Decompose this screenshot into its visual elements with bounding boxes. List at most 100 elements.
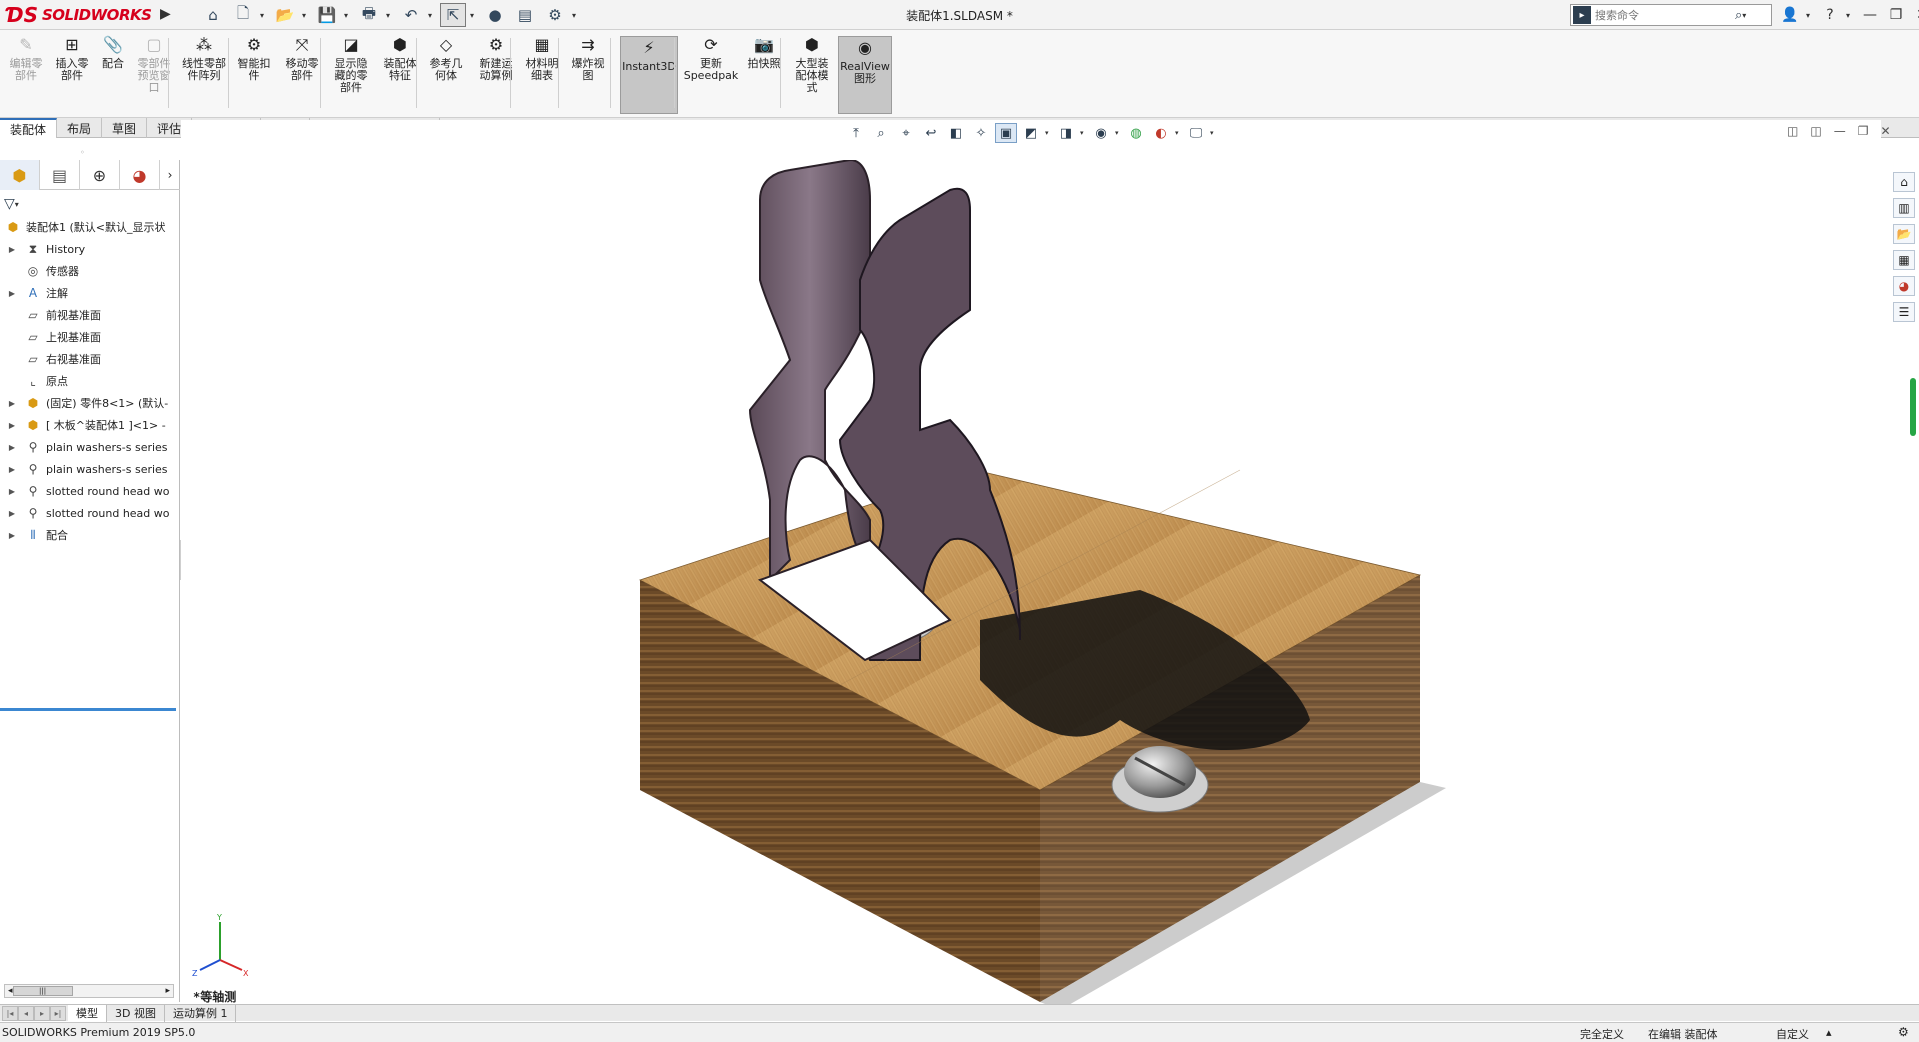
options-dropdown-icon[interactable]: ▾ — [572, 11, 580, 20]
tree-item[interactable]: ⌞ 原点 — [0, 370, 180, 392]
filter-dropdown-icon[interactable]: ▾ — [15, 200, 23, 209]
feature-manager-tab-icon[interactable]: ⬢ — [0, 160, 40, 190]
command-new-motion-study-button[interactable]: ⚙ 新建运 动算例 — [474, 34, 518, 114]
display-style-icon[interactable]: ◩ — [1020, 123, 1042, 143]
tree-item[interactable]: ▱ 前视基准面 — [0, 304, 180, 326]
custom-properties-icon[interactable]: ☰ — [1893, 302, 1915, 322]
command-speedpak-button[interactable]: ⟳ 更新 Speedpak — [684, 34, 739, 114]
command-search-box[interactable]: ▸ ⌕ ▾ — [1570, 4, 1772, 26]
command-instant3d-button[interactable]: ⚡ Instant3D — [620, 36, 678, 114]
expand-arrow-icon[interactable]: ▶ — [6, 487, 18, 496]
command-reference-geometry-button[interactable]: ◇ 参考几 何体 — [426, 34, 466, 114]
search-commands-icon[interactable]: ▸ — [1573, 6, 1591, 24]
tree-item[interactable]: ▶ ⚲ slotted round head wo — [0, 502, 180, 524]
view-settings-dropdown-icon[interactable]: ▾ — [1175, 129, 1182, 137]
rollback-bar[interactable] — [0, 708, 176, 711]
expand-arrow-icon[interactable]: ▶ — [6, 399, 18, 408]
viewport-minimize-icon[interactable]: — — [1834, 124, 1846, 138]
appearances-scenes-icon[interactable]: ◕ — [1893, 276, 1915, 296]
monitor-display-icon[interactable]: 🖵 — [1185, 123, 1207, 143]
minimize-icon[interactable]: — — [1860, 4, 1880, 26]
solidworks-resources-icon[interactable]: ⌂ — [1893, 172, 1915, 192]
panel-grip-icon[interactable]: ◦ — [80, 148, 85, 157]
tab-2[interactable]: 草图 — [102, 118, 148, 138]
command-smart-fastener-button[interactable]: ⚙ 智能扣件 — [236, 34, 272, 114]
menu-expand-arrow-icon[interactable]: ▶ — [160, 6, 172, 24]
last-tab-icon[interactable]: ▸| — [50, 1005, 66, 1021]
undo-dropdown-icon[interactable]: ▾ — [428, 11, 436, 20]
apply-scene-icon[interactable]: ◍ — [1125, 123, 1147, 143]
expand-arrow-icon[interactable]: ▶ — [6, 443, 18, 452]
units-dropdown-icon[interactable]: ▴ — [1826, 1026, 1832, 1039]
prev-tab-icon[interactable]: ◂ — [18, 1005, 34, 1021]
expand-arrow-icon[interactable]: ▶ — [6, 531, 18, 540]
search-icon[interactable]: ⌕ — [1735, 8, 1742, 23]
monitor-dropdown-icon[interactable]: ▾ — [1210, 129, 1217, 137]
expand-arrow-icon[interactable]: ▶ — [6, 465, 18, 474]
command-move-component-button[interactable]: ⤧ 移动零 部件 — [280, 34, 324, 114]
command-linear-pattern-button[interactable]: ⁂ 线性零部 件阵列 — [178, 34, 230, 114]
scroll-right-icon[interactable]: ▸ — [165, 986, 170, 996]
previous-view-icon[interactable]: ↩ — [920, 123, 942, 143]
hide-show-dropdown-icon[interactable]: ▾ — [1080, 129, 1087, 137]
save-icon[interactable]: 💾 — [314, 3, 340, 27]
edit-appearance-icon[interactable]: ◉ — [1090, 123, 1112, 143]
open-icon[interactable]: 📂 — [272, 3, 298, 27]
tree-item[interactable]: ▱ 右视基准面 — [0, 348, 180, 370]
assembly-model[interactable] — [620, 160, 1460, 1020]
zoom-to-area-icon[interactable]: ⌖ — [895, 123, 917, 143]
next-tab-icon[interactable]: ▸ — [34, 1005, 50, 1021]
save-dropdown-icon[interactable]: ▾ — [344, 11, 352, 20]
bottom-tab-0[interactable]: 模型 — [68, 1004, 107, 1022]
search-input[interactable] — [1591, 8, 1731, 22]
expand-arrow-icon[interactable]: ▶ — [6, 509, 18, 518]
viewport-left-icon[interactable]: ◫ — [1787, 124, 1798, 138]
command-mate-button[interactable]: 📎 配合 — [98, 34, 128, 114]
help-dropdown-icon[interactable]: ▾ — [1846, 11, 1854, 20]
tree-item[interactable]: ⬢ 装配体1 (默认<默认_显示状 — [0, 216, 180, 238]
file-explorer-icon[interactable]: 📂 — [1893, 224, 1915, 244]
expand-arrow-icon[interactable]: ▶ — [6, 421, 18, 430]
first-tab-icon[interactable]: |◂ — [2, 1005, 18, 1021]
view-settings-icon[interactable]: ◐ — [1150, 123, 1172, 143]
command-snapshot-button[interactable]: 📷 拍快照 — [746, 34, 782, 114]
bottom-tab-2[interactable]: 运动算例 1 — [165, 1004, 237, 1022]
tree-item[interactable]: ▶ ⚲ plain washers-s series — [0, 436, 180, 458]
section-view-icon[interactable]: ◧ — [945, 123, 967, 143]
viewport-close-icon[interactable]: ✕ — [1880, 124, 1890, 138]
units-status[interactable]: 自定义 — [1776, 1026, 1809, 1042]
new-document-icon[interactable]: 🗋 — [230, 3, 256, 27]
search-dropdown-icon[interactable]: ▾ — [1742, 11, 1750, 20]
expand-arrow-icon[interactable]: ▶ — [6, 289, 18, 298]
design-library-icon[interactable]: ▥ — [1893, 198, 1915, 218]
scroll-thumb[interactable]: ||| — [12, 986, 73, 996]
tree-item[interactable]: ▶ ⬢ (固定) 零件8<1> (默认- — [0, 392, 180, 414]
options-gear-icon[interactable]: ⚙ — [542, 3, 568, 27]
file-properties-icon[interactable]: ▤ — [512, 3, 538, 27]
help-icon[interactable]: ? — [1820, 4, 1840, 26]
tree-item[interactable]: ▶ ⚲ plain washers-s series — [0, 458, 180, 480]
display-style-dropdown-icon[interactable]: ▾ — [1045, 129, 1052, 137]
open-dropdown-icon[interactable]: ▾ — [302, 11, 310, 20]
tree-item[interactable]: ▶ ⚲ slotted round head wo — [0, 480, 180, 502]
command-realview-button[interactable]: ◉ RealView 图形 — [838, 36, 892, 114]
property-manager-tab-icon[interactable]: ▤ — [40, 160, 80, 190]
tree-item[interactable]: ▶ ⫴ 配合 — [0, 524, 180, 546]
task-pane-scroll-indicator[interactable] — [1910, 378, 1916, 436]
viewport-restore-icon[interactable]: ❐ — [1858, 124, 1869, 138]
viewport-right-icon[interactable]: ◫ — [1810, 124, 1821, 138]
tree-item[interactable]: ▶ A 注解 — [0, 282, 180, 304]
solidworks-logo[interactable]: ƊS SOLIDWORKS — [6, 2, 156, 28]
tree-item[interactable]: ▱ 上视基准面 — [0, 326, 180, 348]
new-dropdown-icon[interactable]: ▾ — [260, 11, 268, 20]
appearance-dropdown-icon[interactable]: ▾ — [1115, 129, 1122, 137]
command-assembly-feature-button[interactable]: ⬢ 装配体 特征 — [380, 34, 420, 114]
zoom-to-fit-icon[interactable]: ⌕ — [870, 123, 892, 143]
close-icon[interactable]: ✕ — [1912, 4, 1919, 26]
select-dropdown-icon[interactable]: ▾ — [470, 11, 478, 20]
tree-horizontal-scrollbar[interactable]: ◂ ||| ▸ — [4, 984, 174, 998]
undo-icon[interactable]: ↶ — [398, 3, 424, 27]
user-dropdown-icon[interactable]: ▾ — [1806, 11, 1814, 20]
tree-filter[interactable]: ▽ ▾ — [4, 194, 23, 214]
print-icon[interactable]: 🖶 — [356, 3, 382, 27]
